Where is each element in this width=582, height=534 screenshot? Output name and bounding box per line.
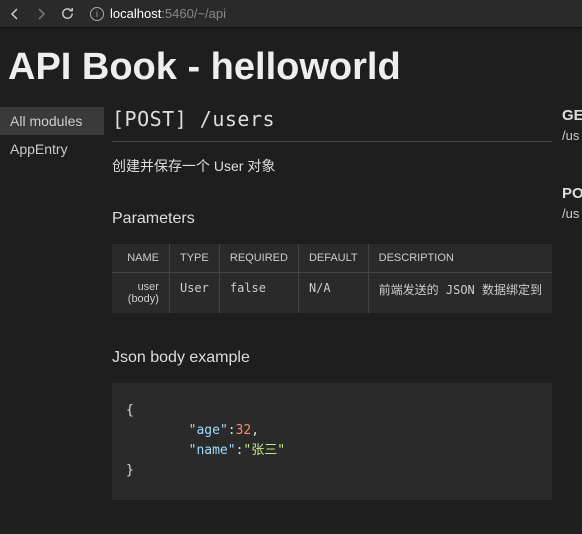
endpoint-link-method[interactable]: GE	[562, 107, 582, 124]
info-icon: i	[90, 7, 104, 21]
endpoint-link-method[interactable]: PO	[562, 185, 582, 202]
cell-default: N/A	[298, 273, 368, 314]
col-type: TYPE	[169, 244, 219, 273]
endpoint-description: 创建并保存一个 User 对象	[112, 156, 552, 176]
cell-description: 前端发送的 JSON 数据绑定到	[368, 273, 552, 314]
sidebar-item-all-modules[interactable]: All modules	[0, 107, 104, 135]
address-bar[interactable]: i localhost:5460/~/api	[84, 5, 576, 23]
cell-type: User	[169, 273, 219, 314]
sidebar-item-appentry[interactable]: AppEntry	[0, 135, 104, 163]
url-path: :5460/~/api	[161, 6, 226, 21]
divider	[112, 141, 552, 142]
col-default: DEFAULT	[298, 244, 368, 273]
endpoint-link-path[interactable]: /us	[562, 206, 582, 221]
endpoint-title: [POST] /users	[112, 107, 552, 131]
table-row: user (body) User false N/A 前端发送的 JSON 数据…	[112, 273, 552, 314]
reload-button[interactable]	[58, 5, 76, 23]
table-header-row: NAME TYPE REQUIRED DEFAULT DESCRIPTION	[112, 244, 552, 273]
main-content: [POST] /users 创建并保存一个 User 对象 Parameters…	[104, 107, 552, 500]
cell-required: false	[219, 273, 298, 314]
json-example-title: Json body example	[112, 349, 552, 367]
col-name: NAME	[112, 244, 169, 273]
sidebar: All modules AppEntry	[0, 107, 104, 500]
parameters-title: Parameters	[112, 210, 552, 228]
cell-name: user (body)	[112, 273, 169, 314]
page-header: API Book - helloworld	[0, 28, 582, 107]
browser-toolbar: i localhost:5460/~/api	[0, 0, 582, 28]
parameters-table: NAME TYPE REQUIRED DEFAULT DESCRIPTION u…	[112, 244, 552, 313]
right-panel: GE /us PO /us	[552, 107, 582, 500]
back-button[interactable]	[6, 5, 24, 23]
page-title: API Book - helloworld	[8, 46, 572, 89]
col-required: REQUIRED	[219, 244, 298, 273]
json-example-block: { "age":32, "name":"张三" }	[112, 383, 552, 500]
endpoint-link-path[interactable]: /us	[562, 128, 582, 143]
col-description: DESCRIPTION	[368, 244, 552, 273]
forward-button[interactable]	[32, 5, 50, 23]
url-host: localhost	[110, 6, 161, 21]
